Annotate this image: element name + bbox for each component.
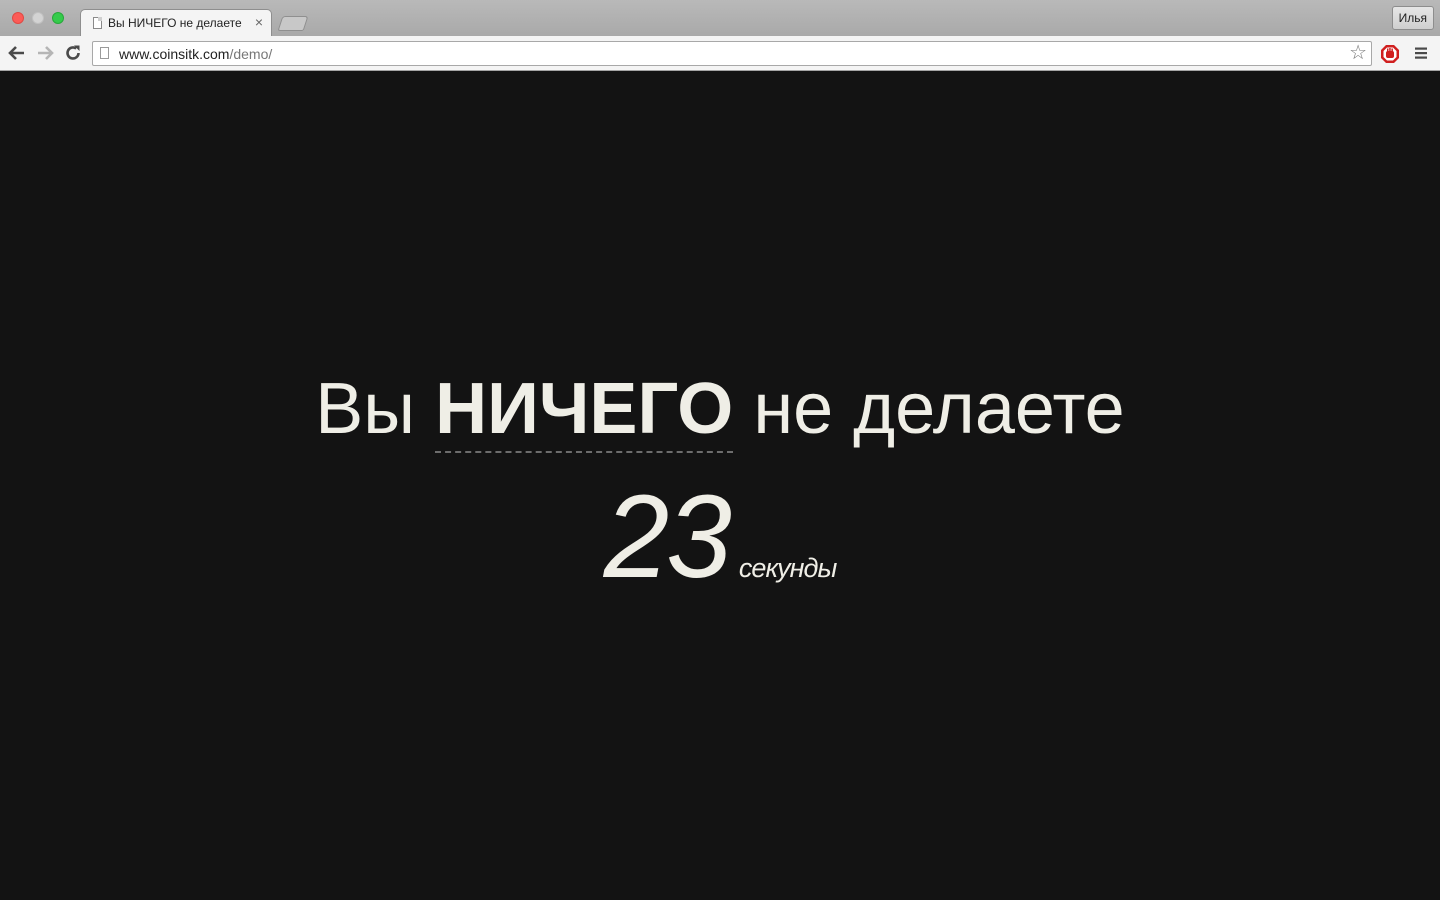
reload-icon [66,45,80,60]
headline-suffix: не делаете [753,369,1125,449]
url-host: www.coinsitk.com [119,46,230,62]
arrow-left-icon [8,46,24,60]
new-tab-button[interactable] [277,16,309,31]
headline-prefix: Вы [315,369,416,449]
window-maximize-button[interactable] [52,12,64,24]
address-bar[interactable]: www.coinsitk.com/demo/ ☆ [92,41,1372,66]
menu-hamburger-icon[interactable] [1414,46,1428,60]
tab-active[interactable]: Вы НИЧЕГО не делаете × [80,9,272,36]
idle-seconds-counter: 23 [603,471,732,603]
headline-emphasis[interactable]: НИЧЕГО [435,369,734,453]
window-minimize-button[interactable] [32,12,44,24]
forward-button[interactable] [35,43,55,63]
window-close-button[interactable] [12,12,24,24]
idle-headline: Вы НИЧЕГО не делаете [0,367,1440,453]
back-button[interactable] [7,43,27,63]
idle-seconds-unit: секунды [738,553,837,583]
page-content: Вы НИЧЕГО не делаете 23 секунды [0,72,1440,900]
url-path: /demo/ [229,46,273,62]
url-text[interactable]: www.coinsitk.com/demo/ [119,46,272,62]
adblock-stop-icon[interactable] [1380,44,1400,64]
idle-timer: 23 секунды [0,472,1440,602]
tab-close-icon[interactable]: × [255,14,263,30]
browser-toolbar: www.coinsitk.com/demo/ ☆ [0,36,1440,71]
bookmark-star-icon[interactable]: ☆ [1349,43,1367,63]
tab-title: Вы НИЧЕГО не делаете [108,16,242,30]
arrow-right-icon [38,46,54,60]
reload-button[interactable] [63,43,83,63]
page-icon [100,47,109,59]
page-icon [93,17,102,29]
browser-window: Вы НИЧЕГО не делаете × Илья www.coinsitk… [0,0,1440,900]
profile-button[interactable]: Илья [1391,6,1434,30]
tab-strip: Вы НИЧЕГО не делаете × Илья [0,0,1440,36]
